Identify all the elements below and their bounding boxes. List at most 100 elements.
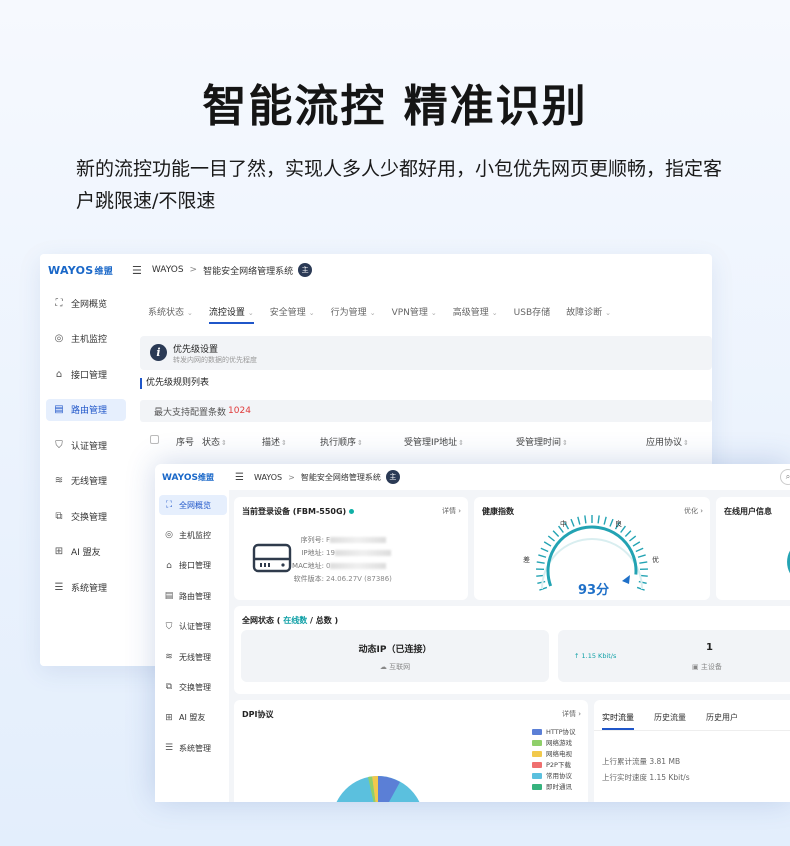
ai-icon: ⊞ [165,712,173,723]
gauge-tick [552,530,560,537]
legend-item[interactable]: P2P下载 [532,759,571,769]
chevron-down-icon: ⌄ [491,308,498,317]
sidebar-item-0[interactable]: ⛶ 全网概览 [46,292,126,314]
select-all-checkbox[interactable] [150,435,159,444]
legend-item[interactable]: 网络游戏 [532,737,572,747]
sidebar-item-2[interactable]: ⌂ 接口管理 [46,363,126,385]
tab-3[interactable]: 行为管理 ⌄ [331,305,376,318]
breadcrumb-root[interactable]: WAYOS [152,265,184,275]
sidebar-item-1[interactable]: ◎ 主机监控 [159,525,227,545]
role-badge[interactable]: 主 [385,470,400,484]
sidebar-item-4[interactable]: ⛉ 认证管理 [46,434,126,456]
legend-swatch [532,762,542,768]
device-field: IP地址: 19 [260,548,391,558]
priority-info-box: i 优先级设置 转发内网的数据的优先程度 [140,336,712,370]
tab-0[interactable]: 系统状态 ⌄ [148,305,193,318]
dpi-card: DPI协议 详情 › HTTP协议 网络游戏 网络电视 P2P下载常用协议即时通讯 [234,700,588,802]
user-circle-icon: ◎ [54,333,64,344]
ai-icon: ⊞ [54,546,64,557]
gauge-tick [536,561,545,564]
device-field-value: 19 [326,549,335,557]
column-header[interactable]: 受管理IP地址⇕ [404,435,464,448]
sidebar-item-5[interactable]: ≋ 无线管理 [46,470,126,492]
net-status-title: 全网状态 ( 在线数 / 总数 ) [242,616,339,625]
device-icon: ▣ [692,663,699,671]
info-icon: i [150,344,167,361]
column-header[interactable]: 序号 [176,435,194,448]
tab-5[interactable]: 高级管理 ⌄ [453,305,498,318]
column-header[interactable]: 受管理时间⇕ [516,435,568,448]
traffic-tab-2[interactable]: 历史用户 [706,712,738,723]
gauge-tick [547,535,555,542]
tab-7[interactable]: 故障诊断 ⌄ [566,305,611,318]
role-badge[interactable]: 主 [298,263,313,277]
max-config-label: 最大支持配置条数 [154,407,227,418]
sidebar-item-6[interactable]: ⧉ 交换管理 [46,505,126,527]
tab-6[interactable]: USB存储 [514,305,550,318]
wan-status-box[interactable]: 动态IP（已连接） ☁ 互联网 [241,630,549,682]
sidebar-item-1[interactable]: ◎ 主机监控 [46,328,126,350]
sort-icon: ⇕ [221,439,227,447]
traffic-tab-1[interactable]: 历史流量 [654,712,686,723]
gauge-label-low: 差 [523,556,530,564]
legend-item[interactable]: 即时通讯 [532,781,572,791]
network-icon: ⛶ [55,297,63,309]
sidebar-item-0[interactable]: ⛶ 全网概览 [159,495,227,515]
dpi-detail-link[interactable]: 详情 › [562,709,581,719]
tab-label: VPN管理 [391,307,428,318]
sidebar-item-2[interactable]: ⌂ 接口管理 [159,556,227,576]
gauge-tick [629,535,637,542]
legend-item[interactable]: HTTP协议 [532,726,576,736]
online-users-ring [787,550,790,574]
column-header-label: 应用协议 [646,438,683,448]
user-circle-icon: ◎ [165,530,173,541]
column-header[interactable]: 应用协议⇕ [646,435,689,448]
health-optimize-link[interactable]: 优化 › [684,506,703,516]
search-icon[interactable]: ⌕ [780,469,790,485]
column-header[interactable]: 执行顺序⇕ [320,435,363,448]
sidebar-item-3[interactable]: ▤ 路由管理 [46,398,126,421]
sidebar-item-7[interactable]: ⊞ AI 盟友 [159,708,227,728]
column-header[interactable]: 描述⇕ [262,435,287,448]
dpi-card-title: DPI协议 [242,710,274,719]
rule-table-header: 序号 状态⇕ 描述⇕ 执行顺序⇕ 受管理IP地址⇕ 受管理时间⇕ 应用协议⇕ [140,430,712,450]
chevron-down-icon: ⌄ [369,308,376,317]
tab-1[interactable]: 流控设置 ⌄ [208,305,254,324]
column-header[interactable]: 状态⇕ [202,435,227,448]
sidebar-item-8[interactable]: ☰ 系统管理 [46,576,126,598]
legend-swatch [532,729,542,735]
tab-label: USB存储 [513,307,551,318]
breadcrumb-root[interactable]: WAYOS [254,473,282,482]
sidebar-item-4[interactable]: ⛉ 认证管理 [159,617,227,637]
sidebar-item-5[interactable]: ≋ 无线管理 [159,647,227,667]
sidebar-item-8[interactable]: ☰ 系统管理 [159,738,227,758]
wayos-logo: WAYOS维盟 [48,264,114,277]
legend-item[interactable]: 网络电视 [532,748,572,758]
menu-icon[interactable]: ☰ [235,472,244,483]
legend-item[interactable]: 常用协议 [532,770,572,780]
sidebar-item-label: 系统管理 [179,743,211,753]
gauge-tick [597,515,600,524]
online-users-title: 在线用户信息 [724,507,772,516]
chevron-down-icon: ⌄ [430,308,437,317]
device-status-box[interactable]: ↑ 1.15 Kbit/s 1 ▣ 主设备 [558,630,790,682]
sidebar-item-6[interactable]: ⧉ 交换管理 [159,677,227,697]
traffic-tab-0[interactable]: 实时流量 [602,712,634,723]
menu-icon[interactable]: ☰ [132,264,142,277]
tab-4[interactable]: VPN管理 ⌄ [392,305,437,318]
sidebar-item-7[interactable]: ⊞ AI 盟友 [46,541,126,563]
device-detail-link[interactable]: 详情 › [442,506,461,516]
tab-2[interactable]: 安全管理 ⌄ [270,305,315,318]
sidebar-item-3[interactable]: ▤ 路由管理 [159,586,227,606]
sidebar-item-label: 无线管理 [179,652,211,662]
legend-label: 常用协议 [546,772,572,780]
sidebar-item-label: 无线管理 [71,477,108,487]
gauge-label-good: 良 [615,520,622,528]
redacted-value [330,537,387,543]
total-count-label[interactable]: 总数 [316,616,332,625]
gauge-tick [539,586,548,591]
online-count-label[interactable]: 在线数 [283,616,307,625]
sidebar-item-label: 全网概览 [179,500,211,510]
port-icon: ⌂ [55,368,63,380]
legend-label: 即时通讯 [546,783,572,791]
